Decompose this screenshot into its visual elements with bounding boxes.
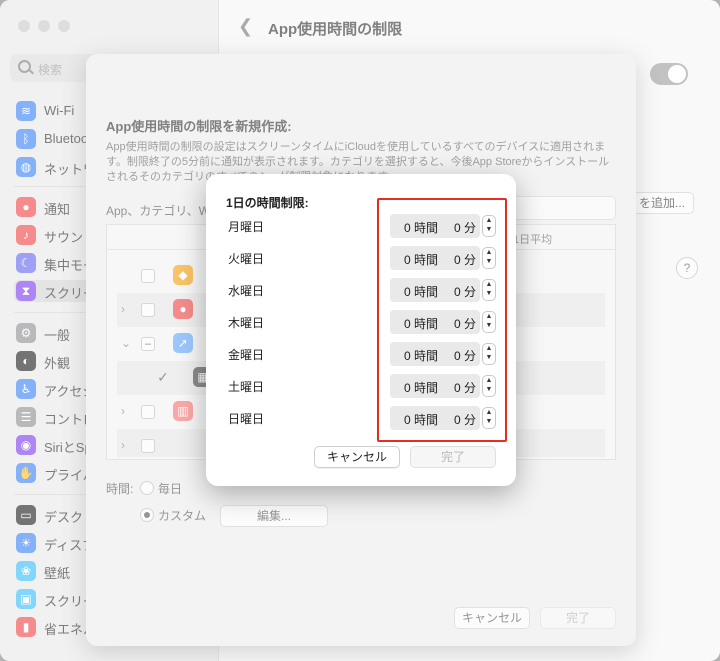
time-fields-highlight: [377, 198, 507, 442]
day-label: 金曜日: [228, 348, 265, 362]
day-label: 水曜日: [228, 284, 265, 298]
dialog-cancel-button[interactable]: キャンセル: [314, 446, 400, 468]
day-label: 火曜日: [228, 252, 265, 266]
day-label: 日曜日: [228, 412, 265, 426]
day-label: 木曜日: [228, 316, 265, 330]
daily-limit-dialog: 1日の時間制限: 月曜日 0 時間 0 分 ▲ ▼ 火曜日 0 時間 0 分 ▲ ▼…: [206, 174, 516, 486]
settings-window: 検索 ≋ Wi-Fi ᛒ Bluetooth ◍ ネットワーク ● 通知 ♪ サ…: [0, 0, 720, 661]
dialog-done-button[interactable]: 完了: [410, 446, 496, 468]
dialog-title: 1日の時間制限:: [226, 196, 309, 210]
day-label: 土曜日: [228, 380, 265, 394]
day-label: 月曜日: [228, 220, 265, 234]
